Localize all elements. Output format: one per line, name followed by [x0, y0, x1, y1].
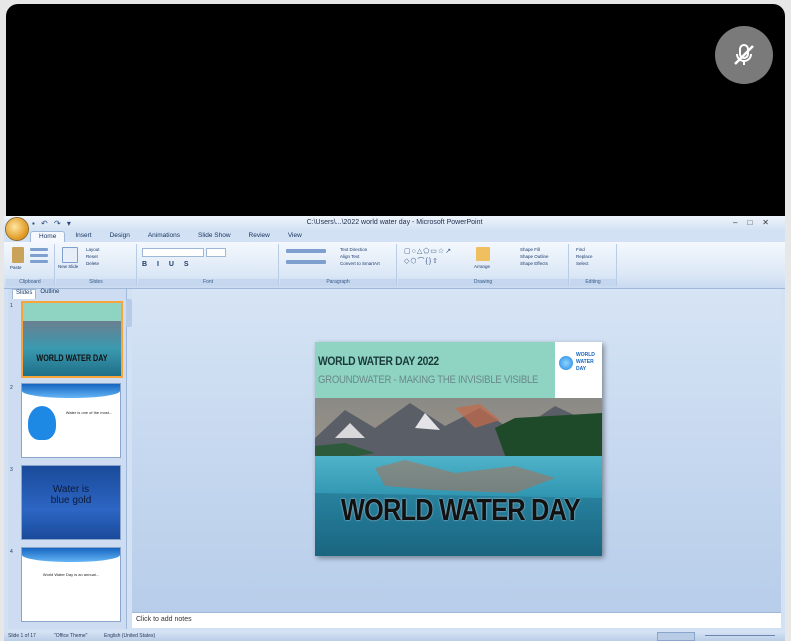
align-icon[interactable]	[286, 260, 326, 264]
group-label-paragraph: Paragraph	[280, 279, 396, 286]
lake-mountain-photo	[315, 398, 602, 556]
mic-off-icon	[734, 44, 754, 65]
title-bar: ▪ ↶ ↷ ▾ C:\Users\...\2022 world water da…	[4, 216, 785, 230]
notes-pane[interactable]: Click to add notes	[132, 612, 781, 628]
tab-review[interactable]: Review	[241, 231, 278, 242]
thumbnail-number: 2	[10, 385, 13, 391]
slide-title: WORLD WATER DAY 2022	[318, 354, 439, 368]
status-slide-count: Slide 1 of 17	[8, 633, 36, 639]
thumbnail-number: 4	[10, 549, 13, 555]
delete-button[interactable]: Delete	[86, 261, 99, 266]
status-bar: Slide 1 of 17 "Office Theme" English (Un…	[4, 631, 785, 641]
tab-slide-show[interactable]: Slide Show	[190, 231, 239, 242]
slide-thumbnail-3[interactable]: Water is blue gold	[21, 465, 121, 540]
new-slide-icon[interactable]	[62, 247, 78, 263]
slide-canvas: WORLD WATER DAY 2022 GROUNDWATER - MAKIN…	[132, 289, 781, 612]
format-painter-icon[interactable]	[30, 260, 48, 263]
shape-outline-button[interactable]: Shape Outline	[520, 254, 549, 259]
group-editing: Find Replace Select Editing	[570, 244, 617, 286]
thumbnail-text: Water is one of the most...	[65, 410, 113, 415]
window-controls[interactable]: –□✕	[733, 218, 779, 227]
shapes-gallery[interactable]: ▢○△⬠▭☆↗	[404, 247, 452, 255]
pane-tabs: Slides Outline	[8, 289, 126, 299]
office-button[interactable]	[6, 218, 28, 240]
group-clipboard: Paste Clipboard	[6, 244, 55, 286]
slide-thumbnail-4[interactable]: World Water Day is an annual...	[21, 547, 121, 622]
tab-design[interactable]: Design	[102, 231, 138, 242]
ribbon: Paste Clipboard New Slide Layout Reset D…	[4, 242, 785, 289]
tab-view[interactable]: View	[280, 231, 310, 242]
powerpoint-window: ▪ ↶ ↷ ▾ C:\Users\...\2022 world water da…	[4, 216, 785, 641]
shape-fill-button[interactable]: Shape Fill	[520, 247, 540, 252]
status-theme: "Office Theme"	[54, 633, 88, 639]
layout-button[interactable]: Layout	[86, 247, 100, 252]
bullets-icon[interactable]	[286, 249, 326, 253]
find-button[interactable]: Find	[576, 247, 585, 252]
current-slide[interactable]: WORLD WATER DAY 2022 GROUNDWATER - MAKIN…	[315, 342, 602, 556]
group-label-drawing: Drawing	[398, 279, 568, 286]
group-label-font: Font	[138, 279, 278, 286]
group-label-editing: Editing	[570, 279, 616, 286]
group-label-clipboard: Clipboard	[6, 279, 54, 286]
font-name-select[interactable]	[142, 248, 204, 257]
slide-thumbnail-1[interactable]: WORLD WATER DAY	[21, 301, 123, 378]
zoom-slider[interactable]	[705, 635, 775, 636]
world-water-day-logo: WORLD WATER DAY	[555, 342, 602, 398]
shape-effects-button[interactable]: Shape Effects	[520, 261, 548, 266]
new-slide-button[interactable]: New Slide	[58, 264, 78, 269]
thumbnail-number: 3	[10, 467, 13, 473]
mic-off-button[interactable]	[715, 26, 773, 84]
logo-word: WATER	[576, 359, 594, 365]
group-drawing: ▢○△⬠▭☆↗ ◇⬡⌒{}⇧ Arrange Shape Fill Shape …	[398, 244, 569, 286]
font-size-select[interactable]	[206, 248, 226, 257]
text-direction-button[interactable]: Text Direction	[340, 247, 367, 252]
select-button[interactable]: Select	[576, 261, 589, 266]
format-buttons[interactable]: B I U S	[142, 261, 193, 268]
slide-thumbnail-2[interactable]: Water is one of the most...	[21, 383, 121, 458]
view-buttons[interactable]	[657, 632, 695, 641]
maximize-button[interactable]: □	[747, 218, 762, 227]
slides-pane: Slides Outline 1 WORLD WATER DAY 2 Water…	[8, 289, 127, 629]
tab-slides[interactable]: Slides	[12, 289, 37, 299]
close-button[interactable]: ✕	[762, 218, 779, 227]
replace-button[interactable]: Replace	[576, 254, 593, 259]
ribbon-tabs: Home Insert Design Animations Slide Show…	[30, 231, 310, 242]
paste-button[interactable]: Paste	[10, 265, 22, 270]
align-text-button[interactable]: Align Text	[340, 254, 359, 259]
tab-outline[interactable]: Outline	[40, 289, 59, 299]
cut-icon[interactable]	[30, 248, 48, 251]
arrange-button[interactable]: Arrange	[474, 264, 490, 269]
shapes-gallery-row2[interactable]: ◇⬡⌒{}⇧	[404, 256, 439, 266]
tab-animations[interactable]: Animations	[140, 231, 188, 242]
status-language: English (United States)	[104, 633, 156, 639]
thumbnail-text: WORLD WATER DAY	[36, 353, 108, 363]
group-label-slides: Slides	[56, 279, 136, 286]
tab-home[interactable]: Home	[30, 231, 66, 242]
copy-icon[interactable]	[30, 254, 48, 257]
slide-subtitle: GROUNDWATER - MAKING THE INVISIBLE VISIB…	[318, 374, 539, 386]
arrange-icon[interactable]	[476, 247, 490, 261]
reset-button[interactable]: Reset	[86, 254, 98, 259]
tab-insert[interactable]: Insert	[67, 231, 99, 242]
slide-big-title: WORLD WATER DAY	[340, 492, 581, 527]
water-hand-icon	[28, 406, 56, 440]
group-paragraph: Text Direction Align Text Convert to Sma…	[280, 244, 397, 286]
thumbnail-text: World Water Day is an annual...	[42, 572, 100, 577]
slide-header-band: WORLD WATER DAY 2022 GROUNDWATER - MAKIN…	[315, 342, 555, 398]
minimize-button[interactable]: –	[733, 218, 747, 227]
logo-word: WORLD	[576, 352, 595, 358]
group-slides: New Slide Layout Reset Delete Slides	[56, 244, 137, 286]
thumbnail-text: Water is blue gold	[50, 484, 92, 506]
group-font: B I U S Font	[138, 244, 279, 286]
convert-smartart-button[interactable]: Convert to SmartArt	[340, 261, 380, 266]
globe-icon	[559, 356, 573, 370]
logo-word: DAY	[576, 366, 587, 372]
paste-icon[interactable]	[12, 247, 24, 263]
window-title: C:\Users\...\2022 world water day - Micr…	[306, 219, 483, 226]
notes-placeholder: Click to add notes	[136, 616, 192, 623]
thumbnail-number: 1	[10, 303, 13, 309]
